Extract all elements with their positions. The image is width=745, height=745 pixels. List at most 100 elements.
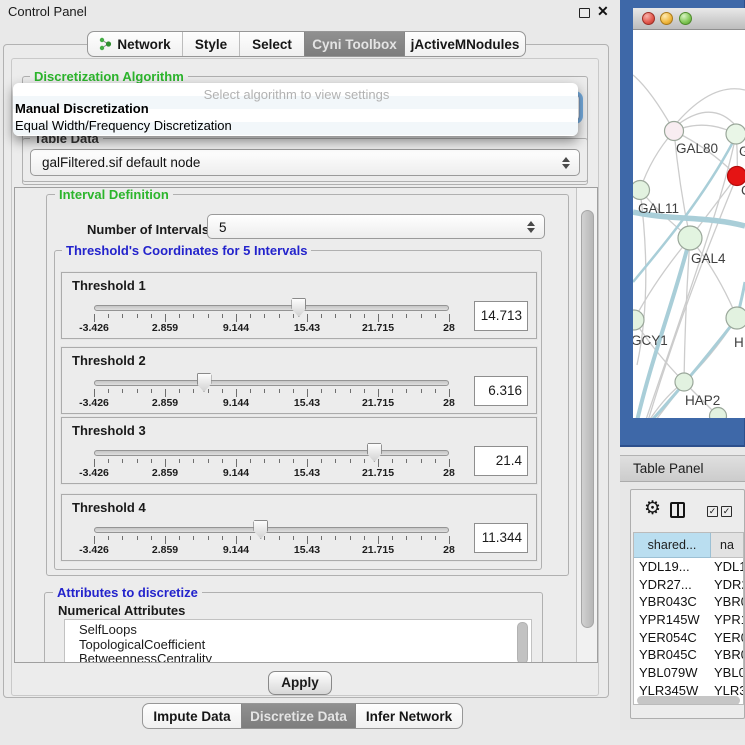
threshold-label: Threshold 2 (72, 353, 146, 368)
tab-network[interactable]: Network (88, 32, 182, 56)
network-edge[interactable] (633, 75, 674, 131)
table-data-combobox[interactable]: galFiltered.sif default node (30, 149, 580, 176)
tab-style[interactable]: Style (182, 32, 239, 56)
slider-track[interactable] (94, 380, 449, 386)
network-graph: GAL80GCGAL11GAL4GCY1HHAP2 (633, 30, 745, 418)
vertical-scrollbar-track[interactable] (576, 188, 598, 662)
network-canvas[interactable]: GAL80GCGAL11GAL4GCY1HHAP2 (633, 30, 745, 418)
network-node[interactable] (633, 310, 644, 330)
threshold-panel: Threshold 4-3.4262.8599.14415.4321.71528… (61, 494, 537, 561)
table-row[interactable]: YBR045CYBR0 (634, 646, 743, 664)
slider-ticks (94, 389, 450, 399)
network-node[interactable] (633, 181, 650, 200)
network-node[interactable] (726, 124, 745, 144)
table-row[interactable]: YDL19...YDL1 (634, 558, 743, 576)
network-edge[interactable] (634, 238, 690, 320)
column-layout-icon[interactable] (670, 502, 685, 518)
table-row[interactable]: YER054CYER0 (634, 629, 743, 647)
attribute-list-item[interactable]: TopologicalCoefficient (65, 638, 531, 653)
tab-impute-data[interactable]: Impute Data (143, 704, 241, 728)
network-edge[interactable] (640, 131, 674, 190)
tab-select[interactable]: Select (239, 32, 304, 56)
network-icon (99, 37, 112, 51)
thresholds-group-title: Threshold's Coordinates for 5 Intervals (62, 243, 311, 258)
slider-track[interactable] (94, 450, 449, 456)
apply-button[interactable]: Apply (268, 671, 332, 695)
threshold-panel: Threshold 2-3.4262.8599.14415.4321.71528… (61, 347, 537, 414)
tab-label: Discretize Data (250, 704, 347, 729)
slider-scale-label: 2.859 (152, 467, 178, 479)
minimize-traffic-light-icon[interactable] (660, 12, 673, 25)
dropdown-option-equal-width-frequency[interactable]: Equal Width/Frequency Discretization (13, 117, 578, 134)
slider-scale-label: 28 (443, 544, 455, 556)
threshold-panel: Threshold 1-3.4262.8599.14415.4321.71528… (61, 272, 537, 339)
zoom-traffic-light-icon[interactable] (679, 12, 692, 25)
slider-track[interactable] (94, 305, 449, 311)
network-node[interactable] (665, 122, 684, 141)
column-header-name[interactable]: na (711, 533, 743, 558)
tab-label: jActiveMNodules (411, 32, 520, 57)
threshold-panel: Threshold 3-3.4262.8599.14415.4321.71528… (61, 417, 537, 484)
slider-scale-label: -3.426 (79, 322, 109, 334)
table-row[interactable]: YDR27...YDR2 (634, 576, 743, 594)
tab-infer-network[interactable]: Infer Network (355, 704, 462, 728)
threshold-value-field[interactable]: 6.316 (474, 376, 528, 406)
discretization-algorithm-title: Discretization Algorithm (30, 69, 188, 84)
network-window-titlebar[interactable] (633, 8, 745, 30)
threshold-label: Threshold 3 (72, 423, 146, 438)
slider-scale-label: 28 (443, 322, 455, 334)
threshold-value-field[interactable]: 14.713 (474, 301, 528, 331)
slider-scale-label: -3.426 (79, 544, 109, 556)
attributes-scrollbar-thumb[interactable] (517, 622, 528, 663)
close-icon[interactable]: ✕ (597, 3, 609, 20)
slider-ticks (94, 314, 450, 324)
network-node-label: HAP2 (685, 393, 720, 408)
number-of-intervals-combobox[interactable]: 5 (207, 214, 545, 239)
table-row[interactable]: YBR043CYBR0 (634, 593, 743, 611)
slider-scale-label: 15.43 (294, 397, 320, 409)
vertical-scrollbar-thumb[interactable] (581, 210, 594, 628)
tab-discretize-data[interactable]: Discretize Data (241, 704, 355, 728)
gear-icon[interactable]: ⚙ (644, 499, 661, 518)
table-rows: YDL19...YDL1YDR27...YDR2YBR043CYBR0YPR14… (634, 558, 743, 705)
slider-scale-label: 15.43 (294, 322, 320, 334)
checkbox-icon[interactable]: ✓ (707, 506, 718, 517)
slider-track[interactable] (94, 527, 449, 533)
network-node[interactable] (675, 373, 693, 391)
slider-scale-label: 15.43 (294, 467, 320, 479)
numerical-attributes-list[interactable]: SelfLoopsTopologicalCoefficientBetweenne… (64, 619, 532, 663)
node-table: shared... na YDL19...YDL1YDR27...YDR2YBR… (633, 532, 744, 705)
table-panel-header: Table Panel (620, 455, 745, 482)
slider-ticks (94, 536, 450, 546)
tab-jactivemnodules[interactable]: jActiveMNodules (404, 32, 525, 56)
horizontal-scrollbar-thumb[interactable] (637, 696, 740, 705)
tab-label: Impute Data (153, 704, 230, 729)
network-edge[interactable] (680, 112, 736, 126)
interval-definition-group: Interval Definition Number of Intervals … (46, 194, 569, 576)
checkbox-icon[interactable]: ✓ (721, 506, 732, 517)
network-node[interactable] (710, 408, 727, 419)
attributes-group: Attributes to discretize Numerical Attri… (44, 592, 543, 663)
network-node[interactable] (678, 226, 702, 250)
tab-label: Infer Network (366, 704, 452, 729)
table-header-row: shared... na (634, 533, 743, 558)
threshold-value-field[interactable]: 11.344 (474, 523, 528, 553)
slider-scale-label: 9.144 (223, 397, 249, 409)
float-window-icon[interactable] (579, 8, 590, 18)
table-row[interactable]: YBL079WYBL0 (634, 664, 743, 682)
number-of-intervals-label: Number of Intervals (87, 222, 209, 237)
network-node-label: G (739, 144, 745, 159)
slider-scale-label: 21.715 (362, 467, 394, 479)
panel-title: Control Panel (8, 4, 87, 19)
network-node[interactable] (726, 307, 745, 329)
attribute-list-item[interactable]: SelfLoops (65, 623, 531, 638)
threshold-value-field[interactable]: 21.4 (474, 446, 528, 476)
slider-scale-label: 2.859 (152, 544, 178, 556)
column-header-shared-name[interactable]: shared... (634, 533, 711, 558)
tab-cyni-toolbox[interactable]: Cyni Toolbox (304, 32, 404, 56)
slider-scale-label: 21.715 (362, 397, 394, 409)
table-row[interactable]: YPR145WYPR1 (634, 611, 743, 629)
number-of-intervals-value: 5 (219, 215, 227, 240)
close-traffic-light-icon[interactable] (642, 12, 655, 25)
attribute-list-item[interactable]: BetweennessCentrality (65, 652, 531, 663)
